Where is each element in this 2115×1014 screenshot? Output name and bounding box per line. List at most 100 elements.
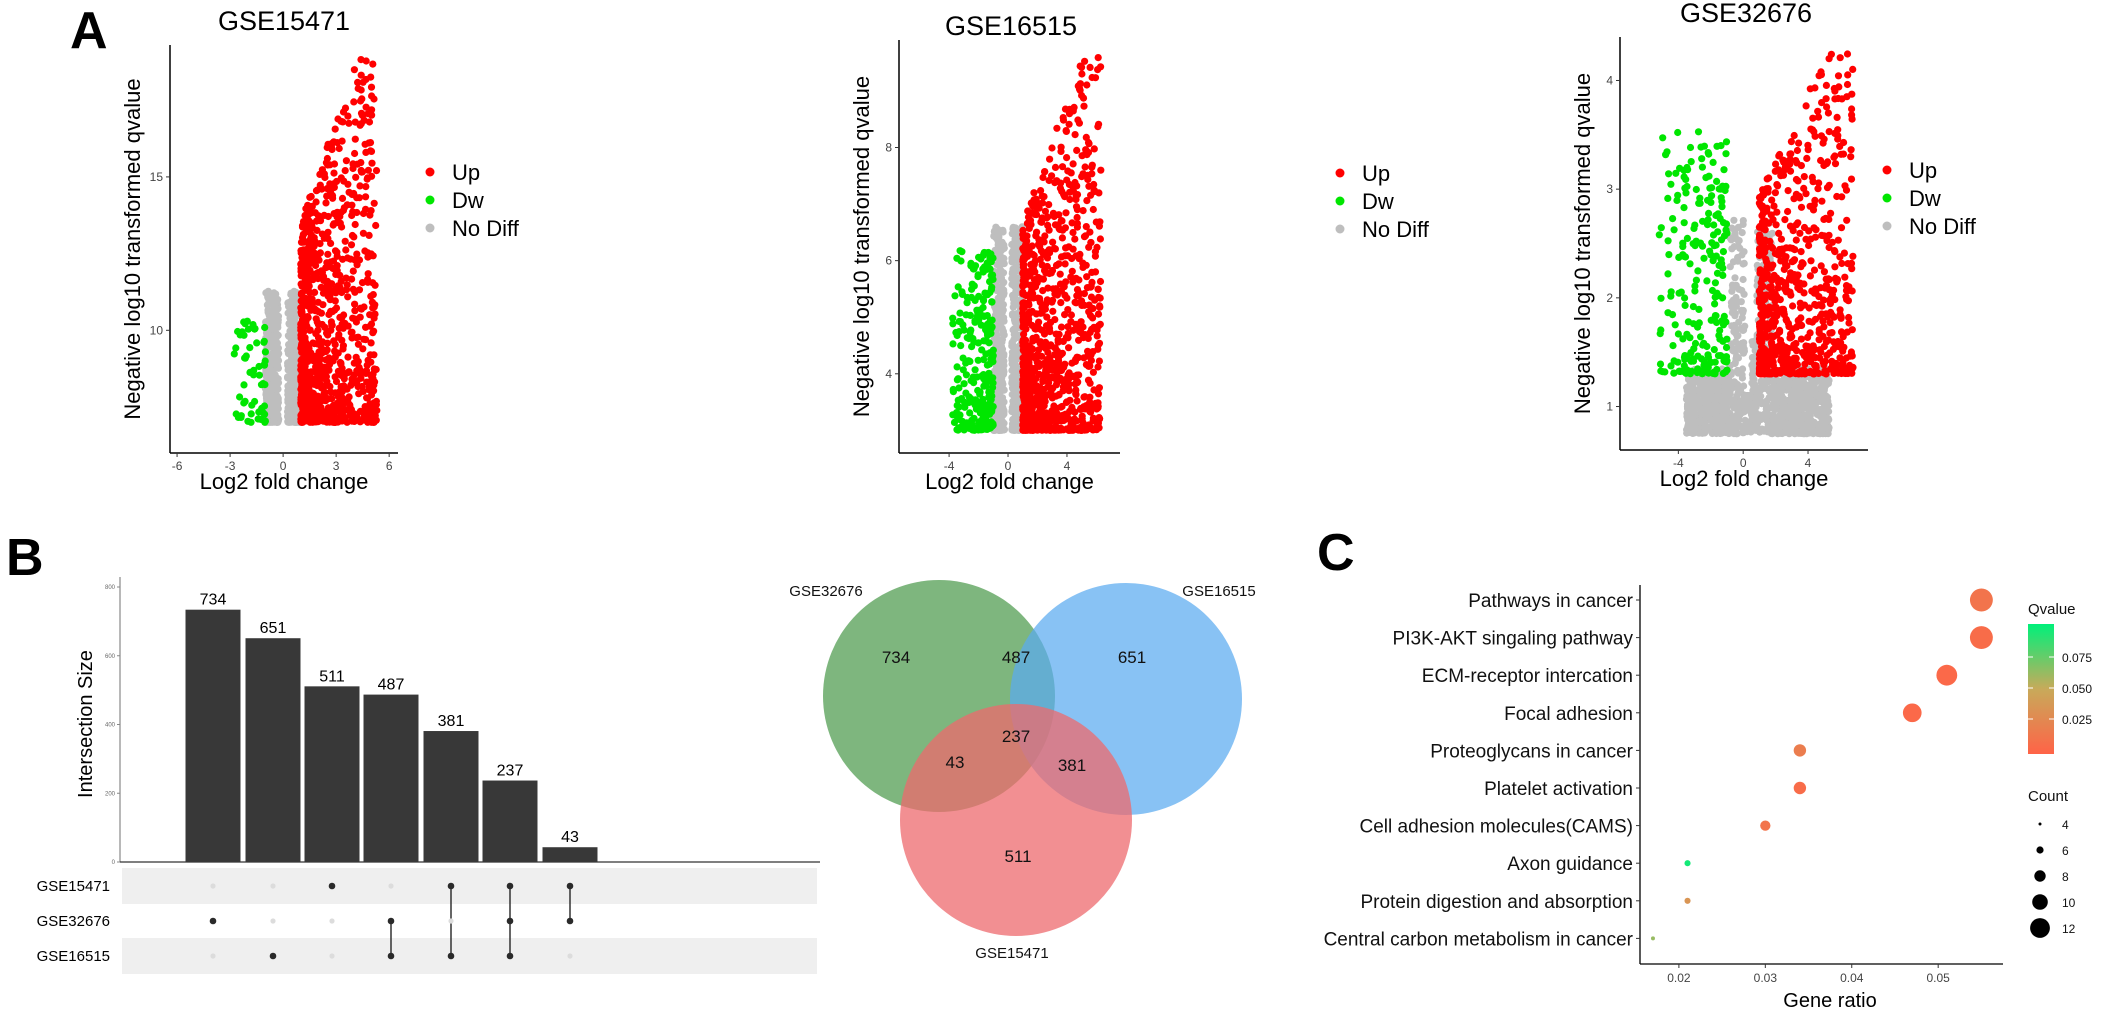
point-up bbox=[1037, 247, 1045, 255]
point-up bbox=[1063, 425, 1071, 433]
point-dw bbox=[949, 340, 957, 348]
point-up bbox=[1089, 348, 1097, 356]
point-up bbox=[1080, 354, 1088, 362]
point-nodiff bbox=[1739, 275, 1747, 284]
point-up bbox=[327, 239, 335, 247]
point-up bbox=[1020, 426, 1028, 434]
point-up bbox=[1023, 237, 1031, 245]
point-up bbox=[356, 121, 364, 129]
point-up bbox=[1096, 218, 1104, 226]
point-dw bbox=[253, 339, 261, 347]
point-up bbox=[1021, 267, 1029, 275]
point-up bbox=[1056, 270, 1064, 278]
point-nodiff bbox=[1738, 251, 1746, 259]
point-up bbox=[1071, 131, 1079, 139]
point-up bbox=[1037, 275, 1045, 283]
point-up bbox=[1031, 268, 1039, 276]
point-up bbox=[340, 177, 348, 185]
point-up bbox=[1021, 280, 1029, 288]
point-dw bbox=[989, 403, 997, 411]
point-nodiff bbox=[1741, 322, 1749, 330]
point-up bbox=[309, 276, 317, 284]
point-dw bbox=[975, 316, 983, 324]
point-up bbox=[1072, 386, 1080, 394]
point-up bbox=[1019, 260, 1027, 268]
point-up bbox=[358, 279, 367, 287]
point-up bbox=[1094, 285, 1102, 293]
point-up bbox=[1069, 160, 1077, 168]
point-dw bbox=[971, 366, 979, 374]
point-dw bbox=[981, 263, 989, 271]
point-up bbox=[1044, 372, 1052, 381]
legend-swatch-dw bbox=[1335, 196, 1345, 206]
point-up bbox=[1049, 307, 1057, 315]
point-up bbox=[1087, 293, 1096, 301]
point-up bbox=[338, 336, 346, 344]
point-nodiff bbox=[997, 322, 1005, 331]
point-up bbox=[344, 112, 352, 120]
point-up bbox=[332, 270, 340, 278]
point-nodiff bbox=[997, 283, 1005, 291]
point-up bbox=[341, 237, 349, 245]
point-nodiff bbox=[1738, 314, 1746, 322]
point-nodiff bbox=[1821, 398, 1830, 406]
point-nodiff bbox=[995, 413, 1003, 421]
point-up bbox=[1066, 396, 1074, 404]
scatter-points bbox=[230, 56, 381, 426]
point-nodiff bbox=[1749, 354, 1757, 362]
point-up bbox=[1081, 163, 1089, 171]
point-up bbox=[1094, 390, 1103, 398]
point-up bbox=[324, 140, 332, 148]
point-up bbox=[338, 194, 347, 202]
point-up bbox=[342, 286, 351, 294]
point-up bbox=[1095, 339, 1104, 347]
point-up bbox=[349, 267, 357, 275]
point-up bbox=[322, 282, 331, 290]
point-up bbox=[1072, 203, 1081, 211]
point-up bbox=[1054, 338, 1062, 346]
point-nodiff bbox=[268, 332, 277, 340]
point-up bbox=[337, 359, 345, 367]
point-up bbox=[299, 404, 307, 412]
point-dw bbox=[982, 350, 990, 358]
point-up bbox=[1049, 296, 1057, 304]
point-nodiff bbox=[1008, 258, 1016, 266]
point-up bbox=[347, 328, 355, 337]
point-up bbox=[364, 270, 372, 278]
point-up bbox=[1026, 308, 1034, 316]
point-up bbox=[362, 183, 370, 191]
point-up bbox=[1096, 235, 1104, 243]
point-up bbox=[307, 231, 315, 239]
point-up bbox=[1055, 391, 1063, 399]
point-up bbox=[1071, 408, 1079, 416]
point-dw bbox=[966, 311, 975, 319]
point-nodiff bbox=[1732, 355, 1740, 363]
point-up bbox=[329, 257, 338, 265]
point-nodiff bbox=[1778, 429, 1786, 438]
point-up bbox=[1019, 305, 1027, 313]
point-up bbox=[364, 166, 372, 174]
point-nodiff bbox=[1740, 347, 1748, 355]
point-up bbox=[1093, 243, 1101, 251]
point-up bbox=[354, 340, 362, 348]
point-up bbox=[351, 288, 359, 296]
point-dw bbox=[244, 417, 252, 425]
point-dw bbox=[980, 373, 989, 381]
point-nodiff bbox=[1010, 348, 1018, 356]
point-nodiff bbox=[1712, 414, 1720, 422]
point-nodiff bbox=[264, 372, 272, 380]
point-up bbox=[1038, 199, 1047, 207]
point-up bbox=[368, 159, 376, 167]
point-nodiff bbox=[273, 405, 281, 413]
legend-label-nodiff: No Diff bbox=[1362, 217, 1430, 242]
point-up bbox=[322, 264, 330, 272]
point-up bbox=[1088, 268, 1096, 276]
point-up bbox=[297, 326, 305, 334]
point-up bbox=[1038, 411, 1046, 419]
point-nodiff bbox=[270, 377, 278, 386]
point-nodiff bbox=[284, 299, 292, 307]
point-up bbox=[1020, 361, 1028, 369]
point-up bbox=[314, 334, 323, 342]
point-up bbox=[330, 160, 339, 168]
point-up bbox=[1061, 260, 1069, 268]
